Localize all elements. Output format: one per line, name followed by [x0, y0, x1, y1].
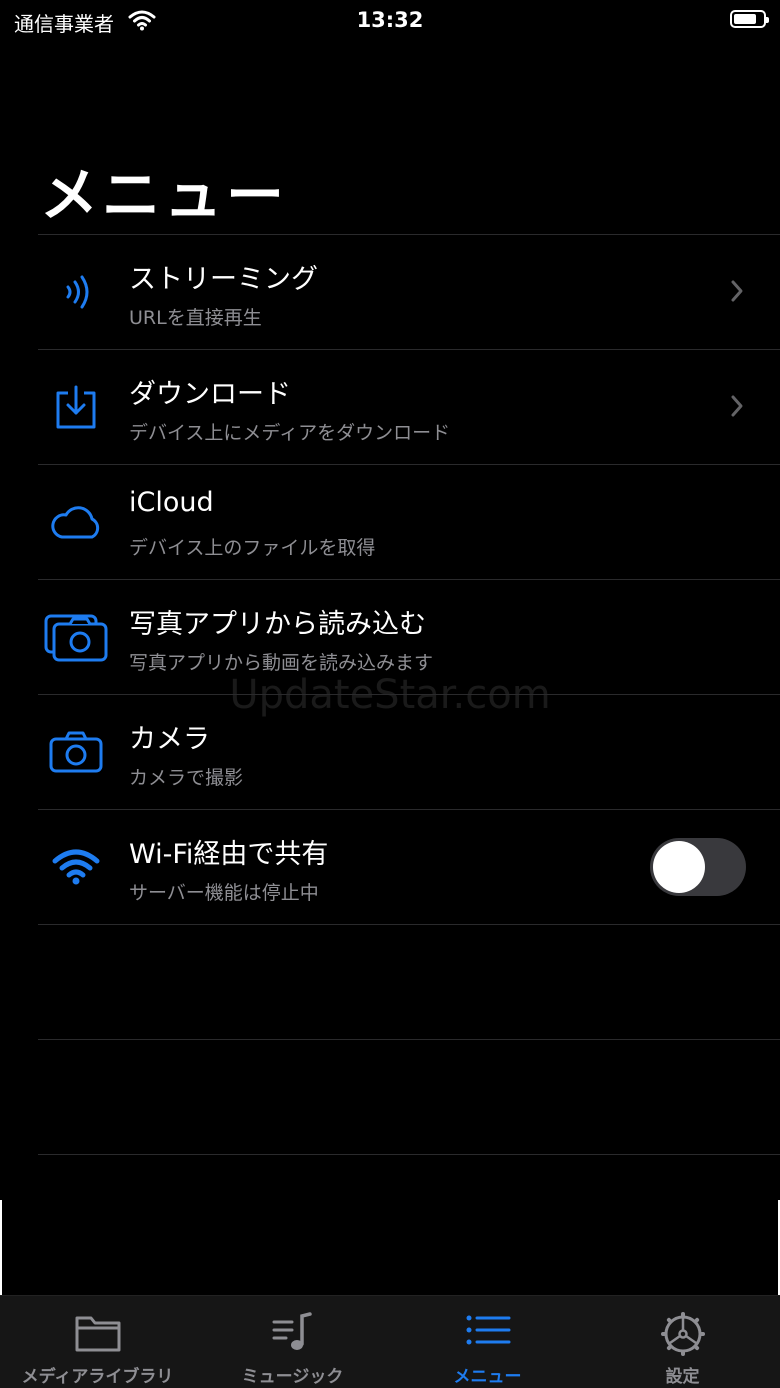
menu-item-download[interactable]: ダウンロード デバイス上にメディアをダウンロード: [38, 349, 780, 464]
tab-menu[interactable]: メニュー: [390, 1296, 585, 1388]
tab-label: ミュージック: [241, 1367, 344, 1387]
menu-list: ストリーミング URLを直接再生 ダウンロード デバイス上にメディアをダウンロー…: [38, 234, 780, 1155]
tab-label: メニュー: [453, 1367, 522, 1387]
wifi-share-toggle[interactable]: [650, 838, 746, 896]
tab-settings[interactable]: 設定: [585, 1296, 780, 1388]
wifi-icon: [44, 840, 108, 894]
menu-item-subtitle: 写真アプリから動画を読み込みます: [129, 652, 434, 674]
list-icon: [390, 1310, 585, 1354]
battery-icon: [730, 10, 769, 28]
camera-icon: [44, 725, 108, 779]
gear-icon: [585, 1310, 780, 1356]
menu-item-title: カメラ: [129, 724, 210, 755]
tab-label: メディアライブラリ: [21, 1367, 174, 1387]
menu-item-title: iCloud: [129, 487, 214, 518]
menu-item-camera[interactable]: カメラ カメラで撮影: [38, 694, 780, 809]
menu-item-title: ダウンロード: [129, 379, 291, 410]
music-icon: [195, 1310, 390, 1354]
chevron-right-icon: [730, 394, 744, 422]
page-title: メニュー: [40, 161, 289, 229]
photos-icon: [44, 610, 108, 664]
menu-item-photos[interactable]: 写真アプリから読み込む 写真アプリから動画を読み込みます: [38, 579, 780, 694]
toggle-knob: [653, 841, 705, 893]
empty-row: [38, 1040, 780, 1155]
menu-item-subtitle: デバイス上にメディアをダウンロード: [129, 422, 451, 444]
clock: 13:32: [356, 8, 424, 32]
menu-item-subtitle: デバイス上のファイルを取得: [129, 537, 376, 559]
menu-item-streaming[interactable]: ストリーミング URLを直接再生: [38, 234, 780, 349]
menu-item-icloud[interactable]: iCloud デバイス上のファイルを取得: [38, 464, 780, 579]
chevron-right-icon: [730, 279, 744, 307]
empty-row: [38, 925, 780, 1040]
menu-item-title: 写真アプリから読み込む: [129, 609, 426, 640]
menu-item-wifi-share: Wi-Fi経由で共有 サーバー機能は停止中: [38, 809, 780, 925]
edge-line: [0, 1200, 2, 1295]
menu-item-subtitle: URLを直接再生: [129, 307, 262, 329]
status-bar: 通信事業者 13:32: [0, 0, 780, 40]
menu-item-subtitle: カメラで撮影: [129, 767, 244, 789]
tab-bar: メディアライブラリ ミュージック メニュー 設定: [0, 1295, 780, 1388]
tab-music[interactable]: ミュージック: [195, 1296, 390, 1388]
menu-item-subtitle: サーバー機能は停止中: [129, 882, 319, 904]
folder-icon: [0, 1310, 195, 1354]
tab-label: 設定: [665, 1367, 700, 1387]
menu-item-title: Wi-Fi経由で共有: [129, 839, 329, 870]
download-icon: [44, 380, 108, 434]
streaming-icon: [44, 265, 108, 319]
tab-media-library[interactable]: メディアライブラリ: [0, 1296, 195, 1388]
cloud-icon: [44, 495, 108, 549]
menu-item-title: ストリーミング: [129, 264, 318, 295]
